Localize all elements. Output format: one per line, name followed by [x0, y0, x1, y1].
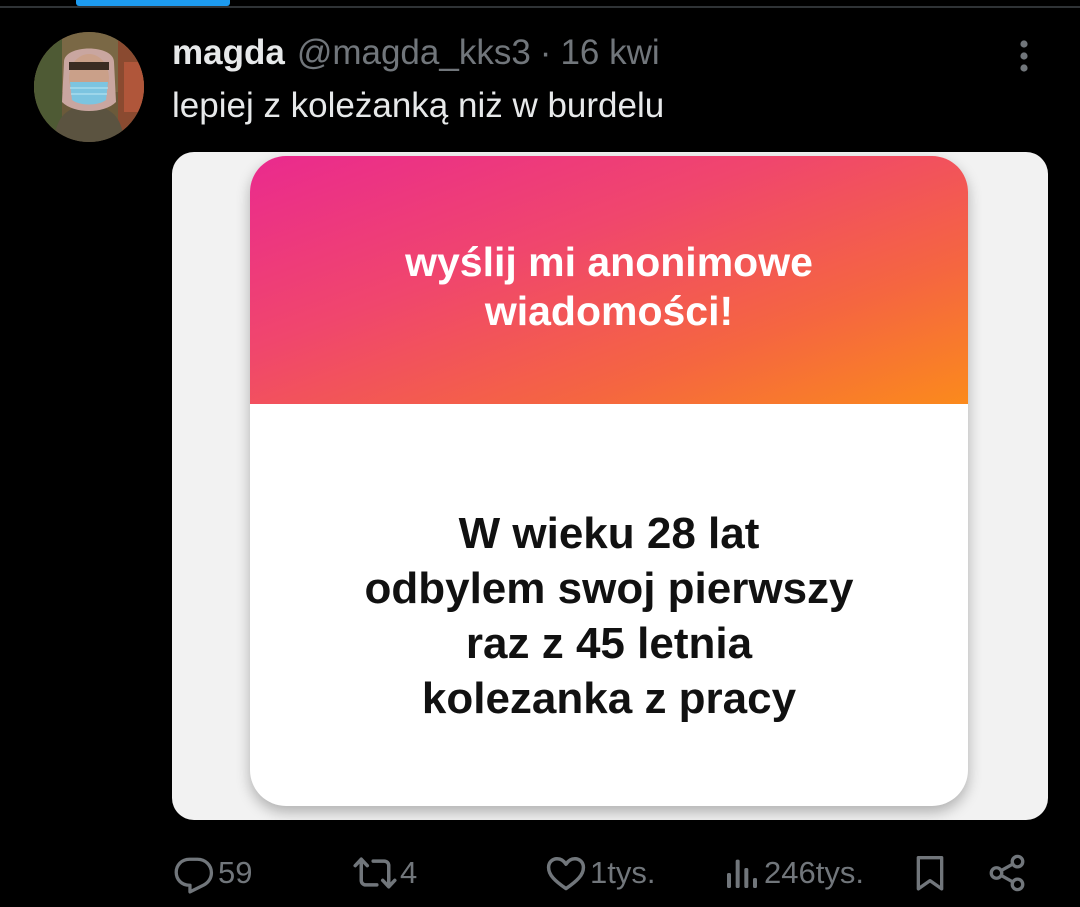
tweet-text: lepiej z koleżanką niż w burdelu — [172, 86, 665, 125]
header-separator: · — [539, 33, 552, 72]
card-message-line: odbylem swoj pierwszy — [364, 564, 854, 613]
card-header-line: wyślij mi anonimowe — [405, 239, 813, 285]
card-message-line: kolezanka z pracy — [421, 674, 797, 723]
card-message-line: raz z 45 letnia — [465, 619, 753, 668]
tweet-actions: 59 4 1tys. 246tys. — [0, 846, 1080, 900]
tweet-date[interactable]: 16 kwi — [560, 33, 659, 73]
active-tab-indicator — [76, 0, 230, 6]
like-button[interactable]: 1tys. — [544, 846, 655, 900]
author-name[interactable]: magda — [172, 33, 285, 73]
views-button[interactable]: 246tys. — [722, 846, 864, 900]
card-message-line: W wieku 28 lat — [458, 509, 760, 558]
share-button[interactable] — [986, 846, 1028, 900]
card-header: wyślij mi anonimowe wiadomości! — [250, 156, 968, 404]
tweet-media[interactable]: wyślij mi anonimowe wiadomości! W wieku … — [172, 152, 1048, 820]
share-icon — [989, 854, 1025, 892]
avatar[interactable] — [34, 32, 144, 142]
author-handle[interactable]: @magda_kks3 — [297, 33, 531, 73]
more-vertical-icon — [1020, 40, 1028, 72]
avatar-image — [34, 32, 144, 142]
card-header-text: wyślij mi anonimowe wiadomości! — [250, 238, 968, 336]
card-header-line: wiadomości! — [484, 288, 734, 334]
bookmark-button[interactable] — [910, 846, 950, 900]
views-count: 246tys. — [764, 855, 864, 890]
more-options-button[interactable] — [1004, 36, 1044, 76]
repost-count: 4 — [400, 855, 418, 890]
bookmark-icon — [916, 856, 944, 891]
repost-button[interactable]: 4 — [352, 846, 417, 900]
reply-icon — [174, 857, 214, 894]
tweet-header: magda @magda_kks3 · 16 kwi — [172, 30, 660, 76]
card-message: W wieku 28 lat odbylem swoj pierwszy raz… — [250, 506, 968, 726]
heart-icon — [546, 856, 586, 891]
reply-button[interactable]: 59 — [172, 846, 252, 900]
repost-icon — [353, 857, 397, 889]
like-count: 1tys. — [590, 855, 656, 890]
views-chart-icon — [727, 859, 757, 888]
reply-count: 59 — [218, 855, 253, 890]
anonymous-message-card: wyślij mi anonimowe wiadomości! W wieku … — [250, 156, 968, 806]
